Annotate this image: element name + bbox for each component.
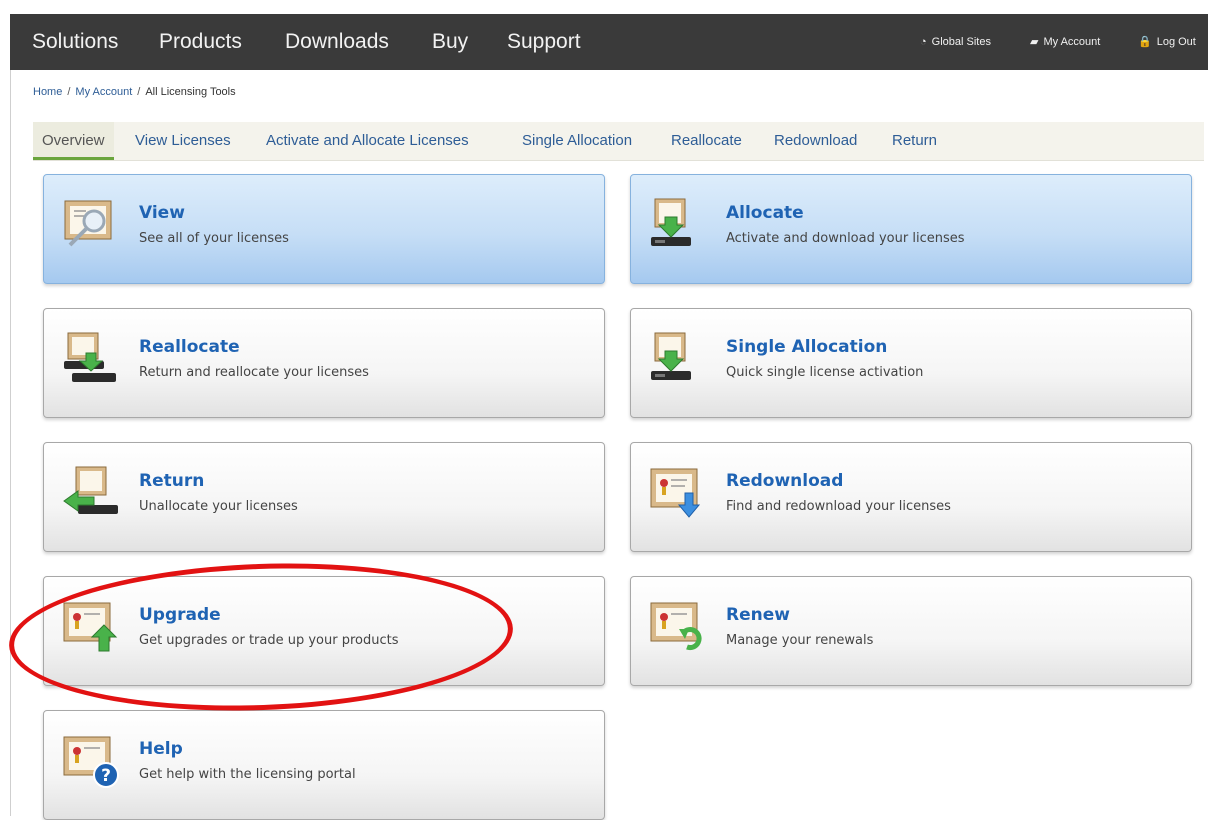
tab-view-licenses[interactable]: View Licenses [135,122,231,160]
lock-icon: 🔒 [1138,36,1152,48]
certificate-redownload-icon [650,468,701,518]
log-out-label: Log Out [1156,36,1196,48]
my-account-label: My Account [1043,36,1101,48]
breadcrumb-current: All Licensing Tools [145,86,236,98]
certificate-return-icon [63,466,118,514]
global-sites-link[interactable]: ◔ Global Sites [920,14,991,70]
tab-overview[interactable]: Overview [33,122,114,160]
log-out-link[interactable]: 🔒 Log Out [1138,14,1196,70]
card-return[interactable]: Return Unallocate your licenses [43,442,605,552]
card-title: View [139,203,185,223]
card-description: Manage your renewals [726,633,874,648]
tab-return[interactable]: Return [892,122,937,160]
my-account-link[interactable]: ▰ My Account [1030,14,1100,70]
card-title: Return [139,471,205,491]
card-allocate[interactable]: Allocate Activate and download your lice… [630,174,1192,284]
breadcrumb-my-account[interactable]: My Account [75,86,132,98]
certificate-upgrade-icon [63,602,118,652]
card-reallocate[interactable]: Reallocate Return and reallocate your li… [43,308,605,418]
breadcrumb-separator: / [137,86,141,98]
card-description: Return and reallocate your licenses [139,365,369,380]
card-title: Allocate [726,203,804,223]
breadcrumb-separator: / [67,86,71,98]
certificate-reallocate-icon [64,332,116,382]
certificate-download-icon [651,198,691,246]
card-renew[interactable]: Renew Manage your renewals [630,576,1192,686]
card-title: Renew [726,605,790,625]
certificate-renew-icon [650,602,702,651]
card-single-allocation[interactable]: Single Allocation Quick single license a… [630,308,1192,418]
global-sites-label: Global Sites [931,36,991,48]
card-title: Redownload [726,471,844,491]
card-title: Upgrade [139,605,221,625]
svg-text:?: ? [101,766,111,786]
card-description: Activate and download your licenses [726,231,965,246]
card-view[interactable]: View See all of your licenses [43,174,605,284]
certificate-download-icon [651,332,691,380]
card-title: Reallocate [139,337,240,357]
breadcrumb: Home / My Account / All Licensing Tools [33,86,236,98]
card-help[interactable]: ? Help Get help with the licensing porta… [43,710,605,820]
nav-buy[interactable]: Buy [432,14,468,70]
card-description: Unallocate your licenses [139,499,298,514]
magnifier-certificate-icon [64,200,112,247]
card-redownload[interactable]: Redownload Find and redownload your lice… [630,442,1192,552]
card-description: Get help with the licensing portal [139,767,356,782]
tab-redownload[interactable]: Redownload [774,122,857,160]
tab-single-allocation[interactable]: Single Allocation [522,122,632,160]
nav-downloads[interactable]: Downloads [285,14,389,70]
tab-activate-allocate[interactable]: Activate and Allocate Licenses [266,122,469,160]
certificate-help-icon: ? [63,736,119,788]
card-description: Get upgrades or trade up your products [139,633,399,648]
briefcase-icon: ▰ [1030,36,1039,48]
card-title: Single Allocation [726,337,888,357]
nav-solutions[interactable]: Solutions [32,14,118,70]
licensing-tabs: Overview View Licenses Activate and Allo… [33,122,1204,161]
tab-reallocate[interactable]: Reallocate [671,122,742,160]
nav-products[interactable]: Products [159,14,242,70]
card-upgrade[interactable]: Upgrade Get upgrades or trade up your pr… [43,576,605,686]
card-description: Quick single license activation [726,365,924,380]
nav-support[interactable]: Support [507,14,581,70]
top-navigation-bar: Solutions Products Downloads Buy Support… [10,14,1208,70]
breadcrumb-home[interactable]: Home [33,86,62,98]
globe-icon: ◔ [920,36,927,48]
card-description: Find and redownload your licenses [726,499,951,514]
card-title: Help [139,739,183,759]
card-description: See all of your licenses [139,231,289,246]
